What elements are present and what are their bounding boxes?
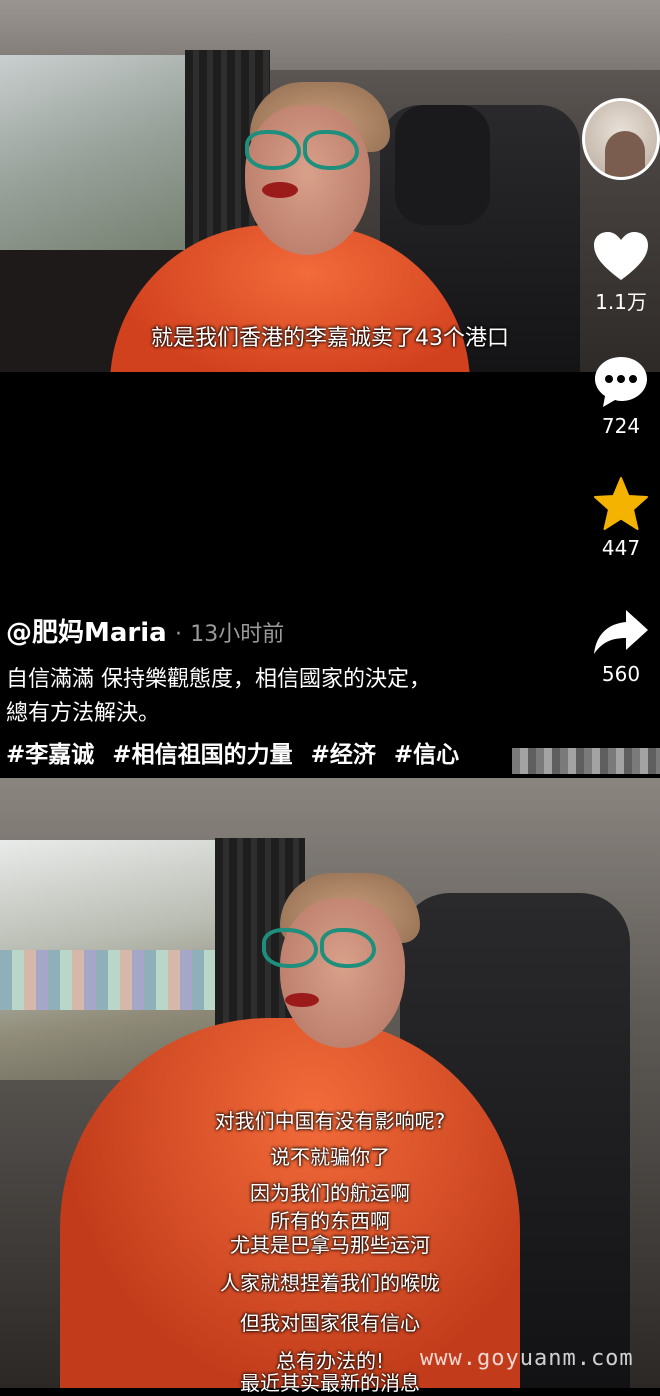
comment-button[interactable]: 724	[582, 354, 660, 438]
post-time: 13小时前	[190, 622, 285, 647]
subtitle-line: 最近其实最新的消息	[240, 1371, 420, 1395]
description-line-1: 自信滿滿 保持樂觀態度，相信國家的決定，	[6, 667, 431, 692]
comment-count: 724	[601, 414, 641, 438]
person-lips	[285, 993, 319, 1007]
hashtag[interactable]: #信心	[394, 742, 459, 768]
like-button[interactable]: 1.1万	[582, 230, 660, 315]
heart-icon	[594, 232, 648, 280]
separator-dot: ·	[174, 622, 182, 647]
share-button[interactable]: 560	[582, 606, 660, 686]
subtitle-line: 人家就想捏着我们的喉咙	[220, 1271, 440, 1295]
description-line-2: 總有方法解決。	[6, 701, 161, 726]
favorite-button[interactable]: 447	[582, 476, 660, 560]
video-frame-bottom[interactable]	[0, 778, 660, 1388]
person-lips	[262, 182, 298, 198]
person-face	[280, 898, 405, 1048]
hashtag[interactable]: #李嘉诚	[6, 742, 94, 768]
blurred-area	[512, 748, 660, 774]
subtitle-line: 因为我们的航运啊	[250, 1181, 410, 1205]
green-glasses	[262, 928, 377, 968]
person-face	[245, 105, 370, 255]
author-name[interactable]: @肥妈Maria	[6, 618, 167, 648]
subtitle-line: 尤其是巴拿马那些运河	[230, 1233, 430, 1257]
seat-headrest	[395, 105, 490, 225]
green-glasses	[245, 130, 360, 170]
hashtag[interactable]: #经济	[311, 742, 376, 768]
post-description: 自信滿滿 保持樂觀態度，相信國家的決定， 總有方法解決。	[6, 663, 586, 731]
comment-icon	[595, 357, 647, 407]
share-icon	[594, 610, 648, 654]
hashtag[interactable]: #相信祖国的力量	[112, 742, 292, 768]
video-frame-top[interactable]: 就是我们香港的李嘉诚卖了43个港口	[0, 0, 660, 372]
creator-avatar[interactable]	[582, 98, 660, 180]
video-subtitle: 就是我们香港的李嘉诚卖了43个港口	[151, 326, 509, 351]
subtitle-line: 说不就骗你了	[270, 1145, 390, 1169]
share-count: 560	[601, 662, 641, 686]
post-caption: @肥妈Maria · 13小时前 自信滿滿 保持樂觀態度，相信國家的決定， 總有…	[6, 612, 586, 769]
subtitle-line: 对我们中国有没有影响呢?	[214, 1109, 446, 1133]
star-icon	[594, 477, 648, 530]
like-count: 1.1万	[595, 290, 647, 314]
author-line: @肥妈Maria · 13小时前	[6, 612, 586, 649]
hashtag-list: #李嘉诚 #相信祖国的力量 #经济 #信心	[6, 735, 586, 769]
site-watermark: www.goyuanm.com	[420, 1346, 634, 1371]
subtitle-line: 但我对国家很有信心	[240, 1311, 420, 1335]
favorite-count: 447	[601, 536, 641, 560]
